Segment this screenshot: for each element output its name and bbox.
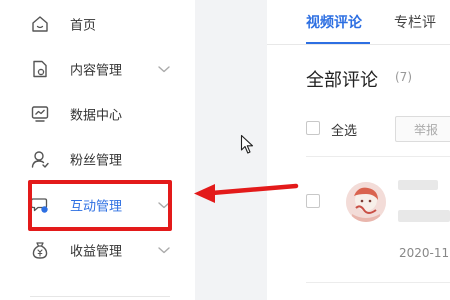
avatar[interactable] bbox=[346, 182, 386, 222]
annotation-arrow bbox=[194, 183, 299, 203]
comments-panel: 视频评论 专栏评 全部评论 (7) 全选 举报 2020-11 bbox=[267, 0, 450, 300]
annotation-highlight-box bbox=[28, 180, 172, 231]
redacted-username bbox=[398, 180, 438, 190]
sidebar-item-fans[interactable]: 粉丝管理 bbox=[0, 137, 195, 181]
content-gutter bbox=[195, 0, 267, 300]
data-icon bbox=[30, 104, 50, 124]
sidebar-item-label: 首页 bbox=[70, 18, 97, 34]
content-icon bbox=[30, 59, 50, 79]
select-all-label: 全选 bbox=[331, 124, 358, 139]
comment-checkbox[interactable] bbox=[306, 194, 320, 208]
tabs-divider bbox=[267, 44, 450, 45]
report-button[interactable]: 举报 bbox=[395, 116, 450, 142]
sidebar-item-home[interactable]: 首页 bbox=[0, 2, 195, 46]
sidebar-item-label: 收益管理 bbox=[70, 244, 123, 260]
sidebar-item-content[interactable]: 内容管理 bbox=[0, 47, 195, 91]
mouse-cursor-icon bbox=[240, 134, 254, 154]
tab-video-comments[interactable]: 视频评论 bbox=[306, 12, 362, 32]
row-divider bbox=[306, 156, 450, 157]
select-all-checkbox[interactable] bbox=[306, 121, 320, 135]
chevron-down-icon[interactable] bbox=[157, 64, 171, 74]
earnings-icon bbox=[30, 240, 50, 260]
sidebar-divider bbox=[30, 296, 170, 297]
fans-icon bbox=[30, 149, 50, 169]
sidebar-item-label: 内容管理 bbox=[70, 63, 123, 79]
comment-count: (7) bbox=[395, 70, 412, 84]
home-icon bbox=[30, 14, 50, 34]
sidebar-item-label: 数据中心 bbox=[70, 108, 123, 124]
redacted-comment-text bbox=[398, 210, 450, 222]
app-root: 首页 内容管理 数据中心 粉丝管理 互动管理 收益管理 视频评论 专栏评 全部评… bbox=[0, 0, 450, 300]
page-title: 全部评论 bbox=[306, 70, 378, 91]
sidebar-item-data[interactable]: 数据中心 bbox=[0, 92, 195, 136]
chevron-down-icon[interactable] bbox=[157, 245, 171, 255]
row-divider bbox=[306, 282, 450, 283]
sidebar-item-earnings[interactable]: 收益管理 bbox=[0, 228, 195, 272]
tab-column-comments[interactable]: 专栏评 bbox=[394, 12, 436, 32]
comment-date: 2020-11 bbox=[399, 246, 450, 260]
sidebar: 首页 内容管理 数据中心 粉丝管理 互动管理 收益管理 bbox=[0, 0, 195, 300]
sidebar-item-label: 粉丝管理 bbox=[70, 153, 123, 169]
